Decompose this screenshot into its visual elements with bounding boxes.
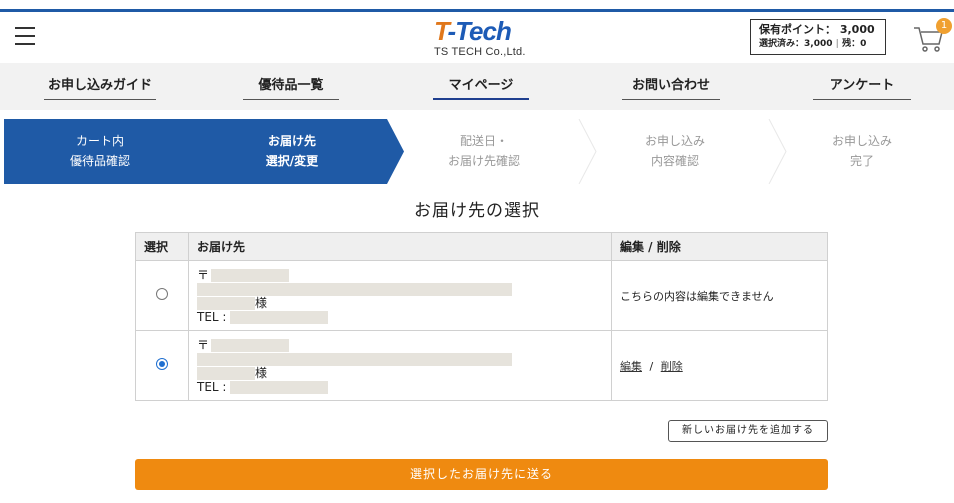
select-cell xyxy=(135,260,189,331)
ts-tech-logo[interactable]: T-Tech TS TECH Co.,Ltd. xyxy=(434,18,530,60)
step-line1: お申し込み xyxy=(831,134,892,148)
redacted-phone xyxy=(230,380,329,394)
selected-label: 選択済み： xyxy=(759,39,805,49)
redacted-name xyxy=(197,296,255,310)
not-editable-note: こちらの内容は編集できません xyxy=(620,289,774,303)
address-radio-selected[interactable] xyxy=(156,358,168,370)
table-header-row: 選択 お届け先 編集 / 削除 xyxy=(135,232,828,261)
action-separator: / xyxy=(649,359,654,373)
step-delivery-date: 配送日・お届け先確認 xyxy=(388,119,580,184)
menu-icon[interactable] xyxy=(15,27,35,47)
col-header-destination: お届け先 xyxy=(188,232,612,261)
step-line2: 優待品確認 xyxy=(69,154,130,168)
redacted-name xyxy=(197,366,255,380)
points-value: 3,000 xyxy=(839,23,875,36)
nav-label: アンケート xyxy=(829,78,895,93)
table-row: 〒 様 TEL : こちらの内容は編集できません xyxy=(135,260,828,331)
nav-item-contact[interactable]: お問い合わせ xyxy=(622,63,720,110)
progress-steps: カート内優待品確認 お届け先選択/変更 配送日・お届け先確認 お申し込み内容確認… xyxy=(4,119,954,184)
nav-label: お問い合わせ xyxy=(631,78,710,93)
logo-subtitle: TS TECH Co.,Ltd. xyxy=(434,46,526,58)
send-to-selected-button[interactable]: 選択したお届け先に送る xyxy=(135,459,828,490)
col-header-actions: 編集 / 削除 xyxy=(611,232,828,261)
step-line2: 完了 xyxy=(849,154,874,168)
step-complete: お申し込み 完了 xyxy=(770,119,954,184)
step-line1: お申し込み xyxy=(644,134,705,148)
tel-label: TEL : xyxy=(197,379,227,394)
address-table: 選択 お届け先 編集 / 削除 〒 様 TEL : こちらの内容は編集できません… xyxy=(135,232,828,401)
step-cart: カート内 優待品確認 xyxy=(4,119,196,184)
actions-cell: 編集 / 削除 xyxy=(611,330,828,401)
address-cell: 〒 様 TEL : xyxy=(188,330,612,401)
table-row: 〒 様 TEL : 編集 / 削除 xyxy=(135,330,828,401)
selected-value: 3,000 xyxy=(804,39,833,49)
redacted-address xyxy=(197,282,512,296)
edit-link[interactable]: 編集 xyxy=(620,360,642,373)
step-destination: お届け先選択/変更 xyxy=(196,119,388,184)
nav-item-guide[interactable]: お申し込みガイド xyxy=(44,63,156,110)
nav-item-mypage[interactable]: マイページ xyxy=(433,63,529,110)
nav-label: 優待品一覧 xyxy=(258,78,324,93)
select-cell xyxy=(135,330,189,401)
delete-link[interactable]: 削除 xyxy=(661,360,683,373)
remaining-value: 0 xyxy=(860,39,867,49)
cart-count-badge: 1 xyxy=(936,18,952,34)
redacted-phone xyxy=(230,310,329,324)
step-line1: カート内 xyxy=(75,134,124,148)
step-line2: お届け先確認 xyxy=(447,154,520,168)
main-nav: お申し込みガイド 優待品一覧 マイページ お問い合わせ アンケート xyxy=(0,63,954,110)
logo-mark-rest: -Tech xyxy=(447,16,511,46)
cart-button[interactable]: 1 xyxy=(912,18,952,54)
step-line1: 配送日・ xyxy=(459,134,508,148)
honorific: 様 xyxy=(255,295,268,310)
redacted-postal-code xyxy=(211,268,290,282)
postal-mark: 〒 xyxy=(197,267,210,282)
site-header: T-Tech TS TECH Co.,Ltd. 保有ポイント： 3,000 選択… xyxy=(0,12,954,63)
nav-item-survey[interactable]: アンケート xyxy=(813,63,911,110)
step-line2: 選択/変更 xyxy=(265,154,319,168)
address-radio[interactable] xyxy=(156,288,168,300)
points-label: 保有ポイント： xyxy=(759,23,836,36)
step-confirm: お申し込み 内容確認 xyxy=(580,119,770,184)
actions-cell: こちらの内容は編集できません xyxy=(611,260,828,331)
nav-label: マイページ xyxy=(448,78,514,93)
nav-item-benefits[interactable]: 優待品一覧 xyxy=(243,63,339,110)
redacted-address xyxy=(197,352,512,366)
col-header-select: 選択 xyxy=(135,232,189,261)
logo-mark-t: T xyxy=(434,16,448,46)
points-box: 保有ポイント： 3,000 選択済み：3,000 | 残：0 xyxy=(750,19,886,55)
remaining-label: 残： xyxy=(842,39,861,49)
step-line2: 内容確認 xyxy=(650,154,699,168)
page-title: お届け先の選択 xyxy=(414,201,540,221)
postal-mark: 〒 xyxy=(197,337,210,352)
step-line1: お届け先 xyxy=(267,134,316,148)
nav-label: お申し込みガイド xyxy=(47,78,152,93)
honorific: 様 xyxy=(255,365,268,380)
tel-label: TEL : xyxy=(197,309,227,324)
add-address-button[interactable]: 新しいお届け先を追加する xyxy=(668,420,828,442)
redacted-postal-code xyxy=(211,338,290,352)
address-cell: 〒 様 TEL : xyxy=(188,260,612,331)
